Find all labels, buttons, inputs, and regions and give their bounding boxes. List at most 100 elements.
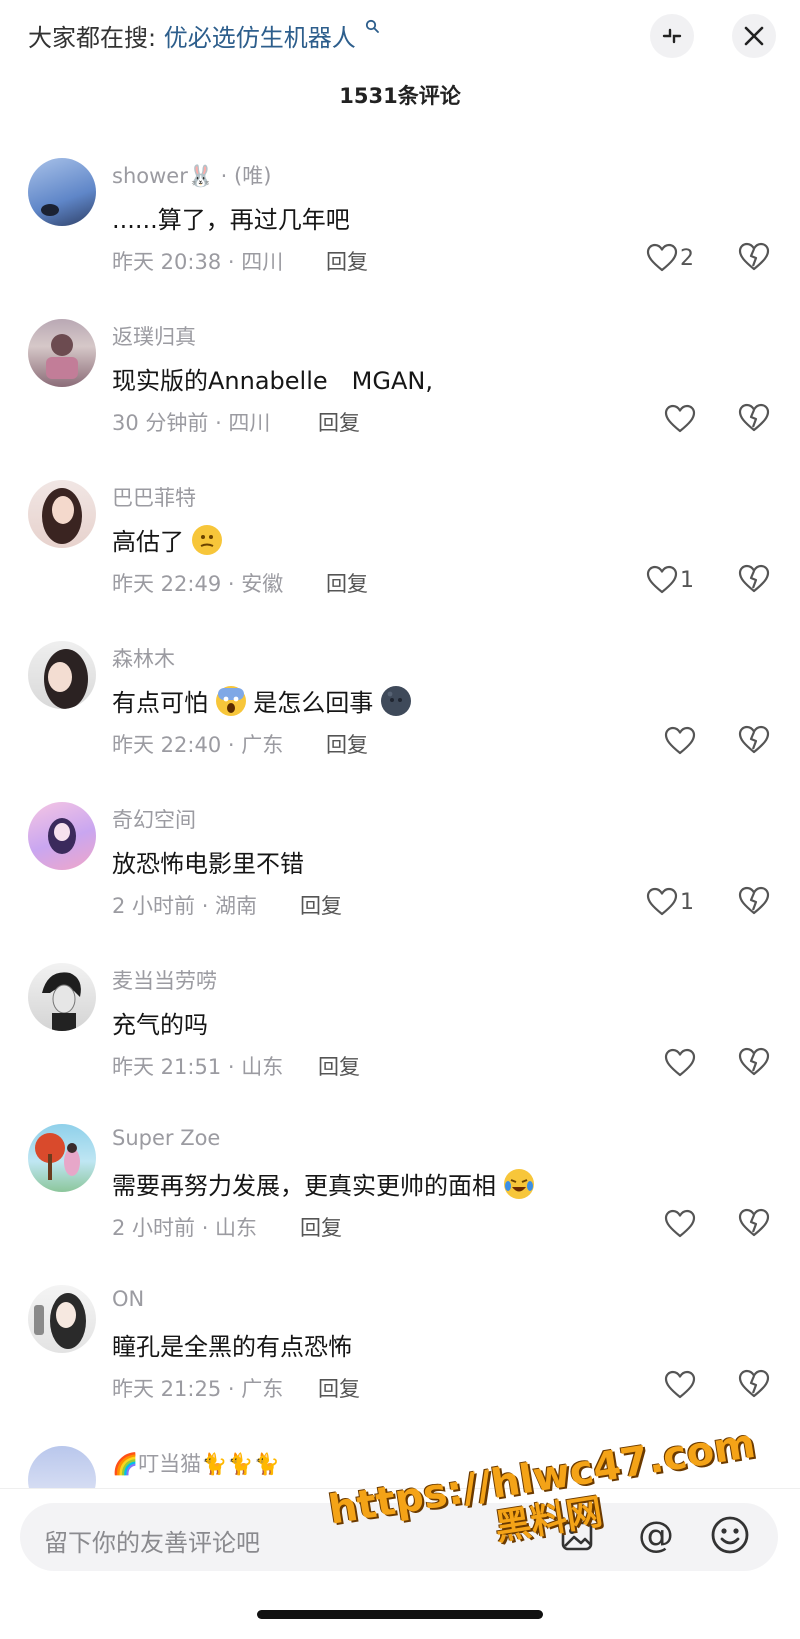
like-button[interactable]: 2 <box>646 242 694 274</box>
comment-item: 森林木 有点可怕 是怎么回事 昨天 22:40 · 广东 回复 <box>0 613 800 774</box>
comment-meta: 30 分钟前 · 四川 <box>112 411 271 435</box>
heart-icon <box>664 404 696 433</box>
comment-meta: 昨天 21:51 · 山东 <box>112 1055 284 1079</box>
like-button[interactable] <box>664 1208 696 1240</box>
dislike-button[interactable] <box>738 564 770 598</box>
comment-text: 瞳孔是全黑的有点恐怖 <box>112 1333 352 1361</box>
broken-heart-icon <box>738 242 770 271</box>
comment-item: 奇幻空间 放恐怖电影里不错 2 小时前 · 湖南 回复 1 <box>0 774 800 935</box>
heart-icon <box>664 1048 696 1077</box>
collapse-button[interactable] <box>650 14 694 58</box>
heart-icon <box>664 726 696 755</box>
comment-text: 充气的吗 <box>112 1011 208 1039</box>
heart-icon <box>664 1370 696 1399</box>
reply-button[interactable]: 回复 <box>326 246 368 276</box>
avatar[interactable] <box>28 319 96 387</box>
dislike-button[interactable] <box>738 403 770 437</box>
comment-text: 有点可怕 是怎么回事 <box>112 683 411 718</box>
comment-text-content: 需要再努力发展，更真实更帅的面相 <box>112 1172 496 1200</box>
dark-moon-emoji <box>380 686 411 716</box>
dislike-button[interactable] <box>738 1208 770 1242</box>
username[interactable]: 返璞归真 <box>112 321 196 351</box>
comment-count: 1531条评论 <box>339 84 461 108</box>
comment-list: shower🐰 · (唯) ......算了，再过几年吧 昨天 20:38 · … <box>0 130 800 1579</box>
like-button[interactable] <box>664 1047 696 1079</box>
trending-search[interactable]: 大家都在搜: 优必选仿生机器人 <box>28 18 380 53</box>
comment-item: 麦当当劳唠 充气的吗 昨天 21:51 · 山东 回复 <box>0 935 800 1096</box>
like-count: 2 <box>680 245 694 271</box>
comment-text: 高估了 <box>112 522 222 557</box>
comment-meta: 2 小时前 · 山东 <box>112 1216 258 1240</box>
heart-icon <box>646 565 678 594</box>
dislike-button[interactable] <box>738 1369 770 1403</box>
broken-heart-icon <box>738 1047 770 1076</box>
username[interactable]: Super Zoe <box>112 1126 220 1150</box>
avatar[interactable] <box>28 1124 96 1192</box>
heart-icon <box>664 1209 696 1238</box>
avatar[interactable] <box>28 802 96 870</box>
avatar[interactable] <box>28 1285 96 1353</box>
close-button[interactable] <box>732 14 776 58</box>
comment-meta: 昨天 22:49 · 安徽 <box>112 572 284 596</box>
search-icon <box>365 18 380 37</box>
trending-search-prefix: 大家都在搜: <box>28 24 157 52</box>
avatar[interactable] <box>28 158 96 226</box>
broken-heart-icon <box>738 1208 770 1237</box>
username[interactable]: 麦当当劳唠 <box>112 965 217 995</box>
username[interactable]: 奇幻空间 <box>112 804 196 834</box>
username[interactable]: shower🐰 · (唯) <box>112 160 271 190</box>
reply-button[interactable]: 回复 <box>326 568 368 598</box>
heart-icon <box>646 887 678 916</box>
comment-text-content: 是怎么回事 <box>253 689 374 717</box>
comment-input-placeholder: 留下你的友善评论吧 <box>44 1529 260 1557</box>
reply-button[interactable]: 回复 <box>318 1373 360 1403</box>
comment-item: 巴巴菲特 高估了 昨天 22:49 · 安徽 回复 1 <box>0 452 800 613</box>
like-button[interactable] <box>664 725 696 757</box>
comment-item: ON 瞳孔是全黑的有点恐怖 昨天 21:25 · 广东 回复 <box>0 1257 800 1418</box>
reply-button[interactable]: 回复 <box>300 890 342 920</box>
dislike-button[interactable] <box>738 886 770 920</box>
reply-button[interactable]: 回复 <box>326 729 368 759</box>
avatar[interactable] <box>28 963 96 1031</box>
collapse-icon <box>662 28 682 44</box>
avatar[interactable] <box>28 641 96 709</box>
username[interactable]: ON <box>112 1287 144 1311</box>
comment-meta: 昨天 20:38 · 四川 <box>112 250 284 274</box>
thinking-face-emoji <box>191 525 222 555</box>
like-button[interactable]: 1 <box>646 886 694 918</box>
broken-heart-icon <box>738 564 770 593</box>
dislike-button[interactable] <box>738 725 770 759</box>
broken-heart-icon <box>738 1369 770 1398</box>
broken-heart-icon <box>738 403 770 432</box>
like-count: 1 <box>680 567 694 593</box>
avatar[interactable] <box>28 480 96 548</box>
comment-text: ......算了，再过几年吧 <box>112 206 350 234</box>
comment-text-content: 有点可怕 <box>112 689 208 717</box>
broken-heart-icon <box>738 886 770 915</box>
username[interactable]: 🌈叮当猫🐈🐈🐈 <box>112 1448 280 1478</box>
comment-meta: 昨天 22:40 · 广东 <box>112 733 284 757</box>
like-button[interactable] <box>664 403 696 435</box>
reply-button[interactable]: 回复 <box>300 1212 342 1242</box>
emoji-icon[interactable] <box>710 1515 750 1559</box>
dislike-button[interactable] <box>738 242 770 276</box>
like-count: 1 <box>680 889 694 915</box>
broken-heart-icon <box>738 725 770 754</box>
reply-button[interactable]: 回复 <box>318 1051 360 1081</box>
comment-item: shower🐰 · (唯) ......算了，再过几年吧 昨天 20:38 · … <box>0 130 800 291</box>
close-icon <box>744 26 764 46</box>
like-button[interactable]: 1 <box>646 564 694 596</box>
comment-text-content: 高估了 <box>112 528 184 556</box>
like-button[interactable] <box>664 1369 696 1401</box>
comment-item: 返璞归真 现实版的Annabelle MGAN, 30 分钟前 · 四川 回复 <box>0 291 800 452</box>
comment-text: 现实版的Annabelle MGAN, <box>112 367 433 395</box>
scream-face-emoji <box>215 686 246 716</box>
username[interactable]: 巴巴菲特 <box>112 482 196 512</box>
top-bar: 大家都在搜: 优必选仿生机器人 <box>0 0 800 76</box>
comment-meta: 昨天 21:25 · 广东 <box>112 1377 284 1401</box>
comment-item: Super Zoe 需要再努力发展，更真实更帅的面相 2 小时前 · 山东 回复 <box>0 1096 800 1257</box>
dislike-button[interactable] <box>738 1047 770 1081</box>
username[interactable]: 森林木 <box>112 643 175 673</box>
trending-search-keyword[interactable]: 优必选仿生机器人 <box>164 24 356 52</box>
reply-button[interactable]: 回复 <box>318 407 360 437</box>
